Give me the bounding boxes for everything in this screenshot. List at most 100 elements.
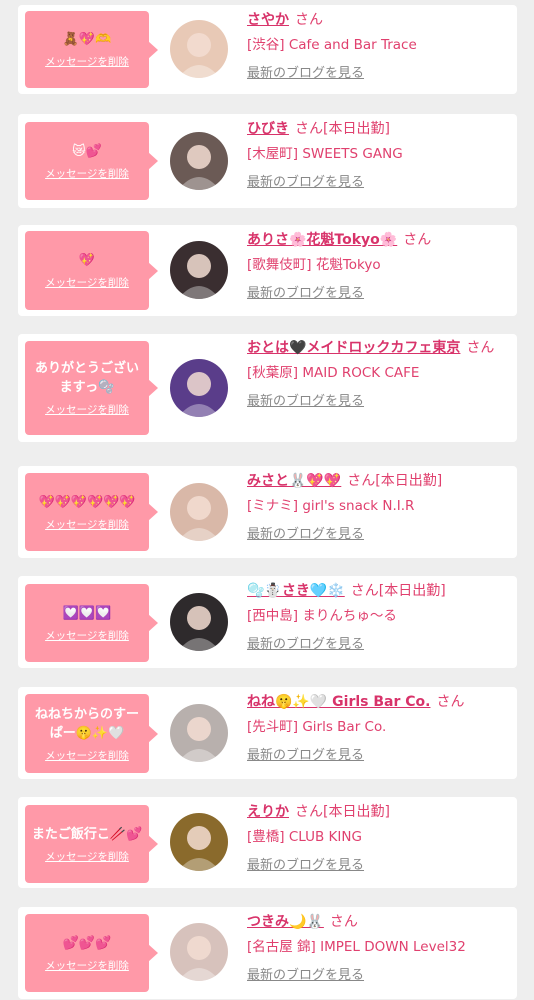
- avatar-image: [170, 813, 228, 871]
- latest-blog-link[interactable]: 最新のブログを見る: [247, 175, 364, 191]
- avatar-image: [170, 483, 228, 541]
- info-block: えりか さん[本日出勤] [豊橋] CLUB KING 最新のブログを見る: [247, 802, 509, 874]
- message-list: 🧸💖🫶 メッセージを削除 さやか さん [渋谷] Cafe and Bar Tra…: [0, 0, 534, 1000]
- name-suffix: さん[本日出勤]: [347, 473, 443, 489]
- name-line: ねね🤫✨🤍 Girls Bar Co. さん: [247, 692, 509, 712]
- latest-blog-link[interactable]: 最新のブログを見る: [247, 394, 364, 410]
- message-bubble: 💖💖💖💖💖💖 メッセージを削除: [25, 473, 158, 551]
- avatar[interactable]: [170, 359, 228, 417]
- name-line: 🫧☃️さき🩵❄️ さん[本日出勤]: [247, 581, 509, 601]
- name-suffix: さん: [403, 232, 432, 248]
- message-bubble: 🧸💖🫶 メッセージを削除: [25, 11, 158, 88]
- name-suffix: さん: [436, 694, 465, 710]
- name-suffix: さん[本日出勤]: [295, 121, 390, 137]
- cast-name-link[interactable]: つきみ🌙🐰: [247, 914, 324, 930]
- shop-name: [木屋町] SWEETS GANG: [247, 146, 403, 162]
- message-bubble: ありがとうございますっ🫧 メッセージを削除: [25, 341, 158, 435]
- message-card: 😿💕 メッセージを削除 ひびき さん[本日出勤] [木屋町] SWEETS GAN…: [18, 114, 517, 208]
- cast-name-link[interactable]: えりか: [247, 804, 289, 820]
- delete-message-link[interactable]: メッセージを削除: [45, 275, 129, 290]
- message-text: ありがとうございますっ🫧: [34, 361, 139, 395]
- message-bubble: 💕💕💕 メッセージを削除: [25, 914, 158, 992]
- message-card: 💟💟💟 メッセージを削除 🫧☃️さき🩵❄️ さん[本日出勤] [西中島] まりんち…: [18, 576, 517, 668]
- delete-message-link[interactable]: メッセージを削除: [45, 166, 129, 181]
- message-text: 💟💟💟: [62, 605, 112, 621]
- shop-name: [渋谷] Cafe and Bar Trace: [247, 37, 417, 53]
- delete-message-link[interactable]: メッセージを削除: [45, 748, 129, 763]
- delete-message-link[interactable]: メッセージを削除: [45, 517, 129, 532]
- avatar-image: [170, 704, 228, 762]
- message-text: 💕💕💕: [62, 935, 112, 951]
- avatar-image: [170, 923, 228, 981]
- delete-message-link[interactable]: メッセージを削除: [45, 628, 129, 643]
- latest-blog-link[interactable]: 最新のブログを見る: [247, 286, 364, 302]
- message-text: 💖: [78, 253, 96, 268]
- message-card: 🧸💖🫶 メッセージを削除 さやか さん [渋谷] Cafe and Bar Tra…: [18, 5, 517, 94]
- cast-name-link[interactable]: ありさ🌸花魁Tokyo🌸: [247, 232, 397, 248]
- info-block: さやか さん [渋谷] Cafe and Bar Trace 最新のブログを見る: [247, 10, 509, 82]
- message-text: 😿💕: [72, 143, 102, 159]
- delete-message-link[interactable]: メッセージを削除: [45, 958, 129, 973]
- name-line: みさと🐰💖💖 さん[本日出勤]: [247, 471, 509, 491]
- cast-name-link[interactable]: さやか: [247, 12, 289, 28]
- latest-blog-link[interactable]: 最新のブログを見る: [247, 858, 364, 874]
- shop-name: [ミナミ] girl's snack N.I.R: [247, 498, 415, 514]
- info-block: ありさ🌸花魁Tokyo🌸 さん [歌舞伎町] 花魁Tokyo 最新のブログを見る: [247, 230, 509, 302]
- name-suffix: さん[本日出勤]: [295, 804, 390, 820]
- shop-name: [歌舞伎町] 花魁Tokyo: [247, 257, 381, 273]
- shop-name: [先斗町] Girls Bar Co.: [247, 719, 387, 735]
- avatar[interactable]: [170, 483, 228, 541]
- avatar[interactable]: [170, 132, 228, 190]
- message-text: ねねちからのすーぱー🤫✨🤍: [34, 706, 139, 741]
- name-line: さやか さん: [247, 10, 509, 30]
- delete-message-link[interactable]: メッセージを削除: [45, 849, 129, 864]
- message-bubble: ねねちからのすーぱー🤫✨🤍 メッセージを削除: [25, 694, 158, 773]
- name-line: ひびき さん[本日出勤]: [247, 119, 509, 139]
- message-bubble: 💟💟💟 メッセージを削除: [25, 584, 158, 662]
- avatar-image: [170, 359, 228, 417]
- message-card: ねねちからのすーぱー🤫✨🤍 メッセージを削除 ねね🤫✨🤍 Girls Bar C…: [18, 687, 517, 779]
- latest-blog-link[interactable]: 最新のブログを見る: [247, 66, 364, 82]
- name-line: ありさ🌸花魁Tokyo🌸 さん: [247, 230, 509, 250]
- cast-name-link[interactable]: 🫧☃️さき🩵❄️: [247, 583, 345, 599]
- shop-name: [名古屋 錦] IMPEL DOWN Level32: [247, 939, 466, 955]
- avatar[interactable]: [170, 20, 228, 78]
- cast-name-link[interactable]: ねね🤫✨🤍 Girls Bar Co.: [247, 694, 430, 710]
- latest-blog-link[interactable]: 最新のブログを見る: [247, 968, 364, 984]
- latest-blog-link[interactable]: 最新のブログを見る: [247, 527, 364, 543]
- cast-name-link[interactable]: みさと🐰💖💖: [247, 473, 341, 489]
- message-card: またご飯行こ🥢💕 メッセージを削除 えりか さん[本日出勤] [豊橋] CLUB …: [18, 797, 517, 888]
- name-suffix: さん: [466, 340, 495, 356]
- info-block: ひびき さん[本日出勤] [木屋町] SWEETS GANG 最新のブログを見る: [247, 119, 509, 191]
- info-block: つきみ🌙🐰 さん [名古屋 錦] IMPEL DOWN Level32 最新のブロ…: [247, 912, 509, 984]
- message-text: 🧸💖🫶: [62, 32, 112, 47]
- avatar[interactable]: [170, 923, 228, 981]
- avatar[interactable]: [170, 704, 228, 762]
- name-line: えりか さん[本日出勤]: [247, 802, 509, 822]
- shop-name: [豊橋] CLUB KING: [247, 829, 362, 845]
- delete-message-link[interactable]: メッセージを削除: [45, 54, 129, 69]
- cast-name-link[interactable]: おとは🖤メイドロックカフェ東京: [247, 340, 460, 356]
- name-line: つきみ🌙🐰 さん: [247, 912, 509, 932]
- cast-name-link[interactable]: ひびき: [247, 121, 289, 137]
- avatar[interactable]: [170, 813, 228, 871]
- delete-message-link[interactable]: メッセージを削除: [45, 402, 129, 417]
- message-card: ありがとうございますっ🫧 メッセージを削除 おとは🖤メイドロックカフェ東京 さん …: [18, 334, 517, 442]
- message-bubble: またご飯行こ🥢💕 メッセージを削除: [25, 805, 158, 883]
- message-text: またご飯行こ🥢💕: [31, 826, 143, 842]
- message-text: 💖💖💖💖💖💖: [38, 494, 136, 510]
- info-block: 🫧☃️さき🩵❄️ さん[本日出勤] [西中島] まりんちゅ〜る 最新のブログを見る: [247, 581, 509, 653]
- avatar[interactable]: [170, 241, 228, 299]
- latest-blog-link[interactable]: 最新のブログを見る: [247, 748, 364, 764]
- latest-blog-link[interactable]: 最新のブログを見る: [247, 637, 364, 653]
- name-suffix: さん: [295, 12, 323, 28]
- info-block: みさと🐰💖💖 さん[本日出勤] [ミナミ] girl's snack N.I.R …: [247, 471, 509, 543]
- avatar[interactable]: [170, 593, 228, 651]
- info-block: ねね🤫✨🤍 Girls Bar Co. さん [先斗町] Girls Bar Co…: [247, 692, 509, 764]
- avatar-image: [170, 593, 228, 651]
- avatar-image: [170, 20, 228, 78]
- message-bubble: 💖 メッセージを削除: [25, 231, 158, 310]
- name-suffix: さん: [329, 914, 358, 930]
- message-card: 💕💕💕 メッセージを削除 つきみ🌙🐰 さん [名古屋 錦] IMPEL DOWN …: [18, 907, 517, 999]
- shop-name: [西中島] まりんちゅ〜る: [247, 608, 397, 624]
